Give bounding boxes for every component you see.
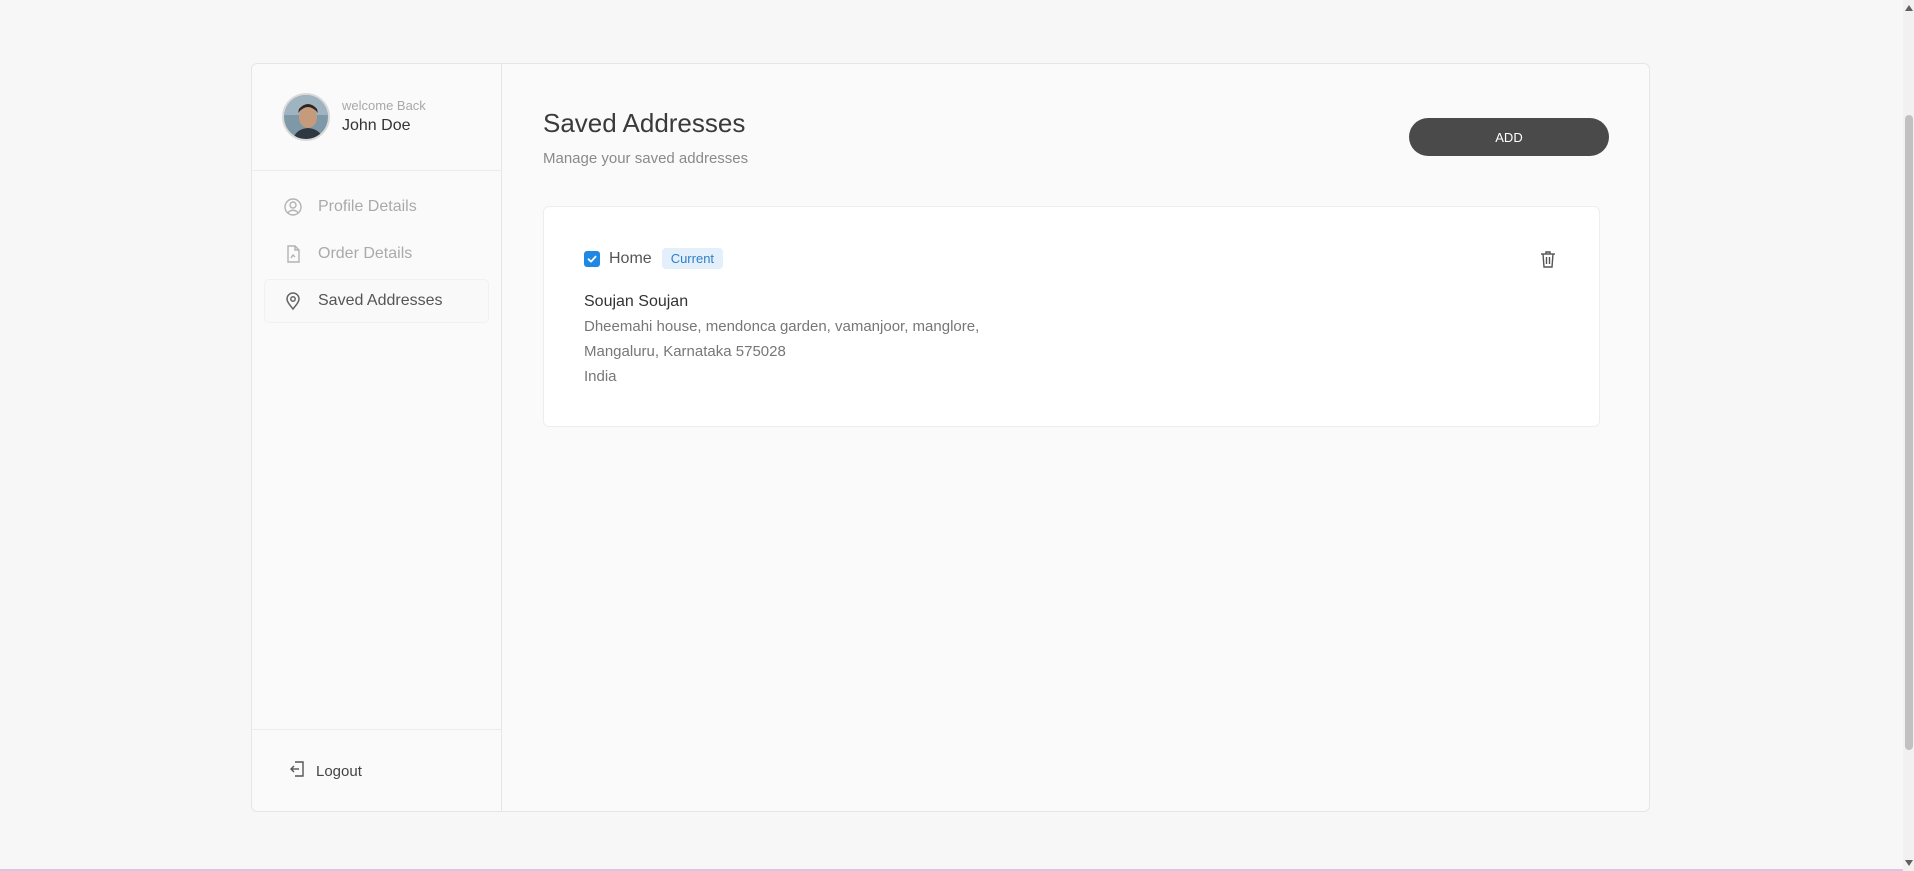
user-circle-icon: [283, 197, 303, 217]
scrollbar[interactable]: [1903, 0, 1914, 871]
address-header: Home Current: [584, 248, 724, 269]
logout-section: Logout: [252, 729, 501, 811]
scroll-thumb[interactable]: [1905, 115, 1913, 750]
sidebar-item-profile-details[interactable]: Profile Details: [265, 186, 488, 228]
welcome-text: welcome Back: [342, 98, 426, 113]
status-badge: Current: [661, 248, 724, 269]
main-content: Saved Addresses Manage your saved addres…: [503, 64, 1649, 811]
account-card: welcome Back John Doe Profile Details Or…: [251, 63, 1650, 812]
trash-icon[interactable]: [1538, 249, 1558, 269]
username: John Doe: [342, 117, 411, 134]
scroll-down-icon[interactable]: [1905, 860, 1913, 866]
sidebar-item-saved-addresses[interactable]: Saved Addresses: [265, 280, 488, 322]
avatar: [282, 93, 330, 141]
profile-header: welcome Back John Doe: [252, 64, 501, 171]
document-icon: [283, 244, 303, 264]
address-line-2: Mangaluru, Karnataka 575028: [584, 343, 786, 360]
address-card: Home Current Soujan Soujan Dheemahi hous…: [543, 206, 1600, 427]
page: welcome Back John Doe Profile Details Or…: [0, 0, 1914, 871]
sidebar-nav: Profile Details Order Details Saved Addr…: [265, 186, 488, 327]
address-name: Soujan Soujan: [584, 293, 689, 310]
address-type: Home: [609, 249, 652, 267]
page-subtitle: Manage your saved addresses: [543, 150, 749, 167]
sidebar: welcome Back John Doe Profile Details Or…: [252, 64, 502, 811]
sidebar-item-order-details[interactable]: Order Details: [265, 233, 488, 275]
avatar-image: [284, 95, 328, 139]
logout-button[interactable]: Logout: [288, 760, 362, 783]
check-icon: [587, 255, 597, 262]
sidebar-item-label: Profile Details: [318, 198, 417, 215]
map-pin-icon: [283, 291, 303, 311]
sidebar-item-label: Order Details: [318, 245, 413, 262]
scroll-up-icon[interactable]: [1905, 5, 1913, 11]
logout-label: Logout: [316, 763, 362, 780]
add-address-button[interactable]: ADD: [1409, 118, 1609, 156]
logout-icon: [288, 760, 306, 783]
address-line-1: Dheemahi house, mendonca garden, vamanjo…: [584, 318, 980, 335]
address-checkbox[interactable]: [584, 250, 600, 267]
sidebar-item-label: Saved Addresses: [318, 292, 443, 309]
address-country: India: [584, 368, 617, 385]
page-title: Saved Addresses: [543, 108, 746, 138]
